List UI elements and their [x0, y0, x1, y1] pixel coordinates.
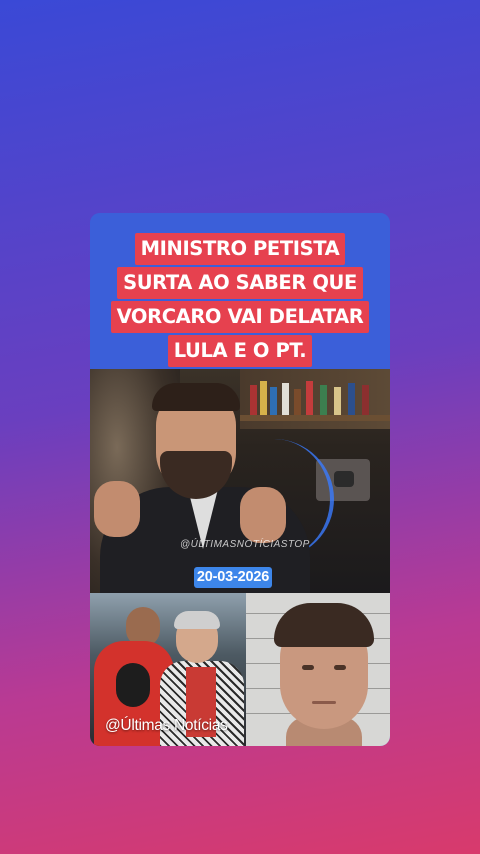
book	[282, 383, 289, 415]
mouth	[312, 701, 336, 704]
book	[348, 383, 355, 415]
headline-line: VORCARO VAI DELATAR	[110, 301, 370, 333]
speaker-hair	[152, 383, 240, 411]
screen: { "story": { "headline_lines": [ "MINIST…	[0, 0, 480, 854]
headline-panel: MINISTRO PETISTA SURTA AO SABER QUE VORC…	[90, 213, 390, 369]
photo-mugshot[interactable]	[246, 593, 390, 746]
shelf-plank	[240, 415, 390, 421]
person-hair	[274, 603, 374, 647]
eye	[334, 665, 346, 670]
book	[294, 389, 301, 415]
speaker-left-hand	[94, 481, 140, 537]
book	[260, 381, 267, 415]
play-icon	[334, 471, 354, 487]
book	[320, 385, 327, 415]
book	[334, 387, 341, 415]
story-card[interactable]: MINISTRO PETISTA SURTA AO SABER QUE VORC…	[90, 213, 390, 746]
video-watermark: @ÚLTIMASNOTÍCIASTOP	[180, 539, 310, 550]
photo-caption: @Últimas Notícias	[105, 717, 228, 734]
headline-line: MINISTRO PETISTA	[134, 233, 346, 265]
book	[270, 387, 277, 415]
person-hair	[174, 611, 220, 629]
headline: MINISTRO PETISTA SURTA AO SABER QUE VORC…	[90, 232, 390, 368]
book	[250, 385, 257, 415]
eye	[302, 665, 314, 670]
date-badge: 20-03-2026	[194, 567, 272, 588]
photo-politicians[interactable]: @Últimas Notícias	[90, 593, 246, 746]
book	[362, 385, 369, 415]
speaker-right-hand	[240, 487, 286, 543]
headline-line: LULA E O PT.	[167, 335, 313, 367]
headline-line: SURTA AO SABER QUE	[117, 267, 363, 299]
shirt-print	[116, 663, 150, 707]
book	[306, 381, 313, 415]
bookshelf	[240, 369, 390, 429]
video-frame[interactable]: @ÚLTIMASNOTÍCIASTOP 20-03-2026	[90, 369, 390, 593]
